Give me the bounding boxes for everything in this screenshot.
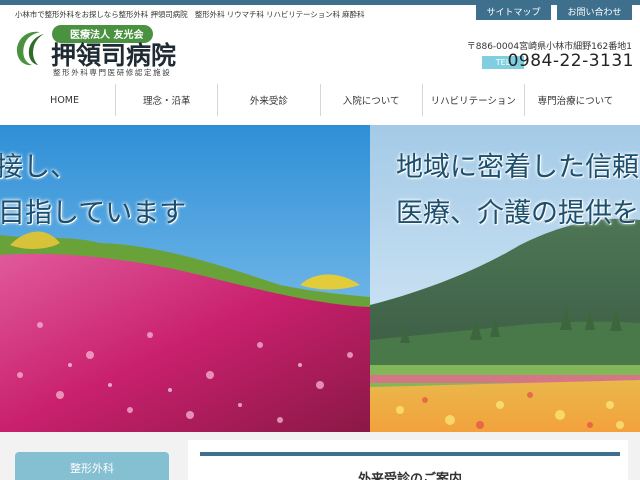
nav-item-admission[interactable]: 入院について (319, 84, 422, 116)
outpatient-guide-heading: 外来受診のご案内 (357, 472, 462, 480)
top-links: サイトマップ お問い合わせ (476, 3, 632, 20)
hero-slider[interactable]: 接し、 目指しています 地域に密着した信頼 医療、介護の提供を (0, 125, 640, 432)
hero-caption-right-1: 地域に密着した信頼 (396, 152, 639, 183)
nav-item-outpatient[interactable]: 外来受診 (217, 84, 319, 116)
tel-number[interactable]: 0984-22-3131 (508, 51, 634, 71)
logo-mark-icon (16, 31, 44, 66)
main-heading-bar (200, 452, 620, 456)
hero-caption-right-2: 医療、介護の提供を (396, 198, 639, 229)
nav-item-philosophy[interactable]: 理念・沿革 (115, 84, 217, 116)
hospital-logo[interactable]: 医療法人 友光会 押領司病院 整形外科専門医研修認定施設 (14, 24, 194, 80)
sidebar-box-title: 整形外科 (70, 462, 114, 475)
nav-item-home[interactable]: HOME (14, 84, 115, 116)
contact-link[interactable]: お問い合わせ (557, 3, 632, 20)
sidebar-orthopedics-box[interactable]: 整形外科 (15, 452, 169, 480)
hero-caption-left-1: 接し、 (0, 152, 77, 183)
header-tagline: 小林市で整形外科をお探しなら整形外科 押領司病院 整形外科 リウマチ科 リハビリ… (15, 10, 365, 19)
sitemap-link[interactable]: サイトマップ (476, 3, 551, 20)
main-nav: HOME 理念・沿革 外来受診 入院について リハビリテーション 専門治療につい… (14, 84, 626, 116)
logo-subtitle: 整形外科専門医研修認定施設 (53, 68, 172, 77)
nav-item-rehabilitation[interactable]: リハビリテーション (421, 84, 524, 116)
hero-caption-left-2: 目指しています (0, 198, 187, 229)
nav-item-specialized-treatment[interactable]: 専門治療について (523, 84, 626, 116)
